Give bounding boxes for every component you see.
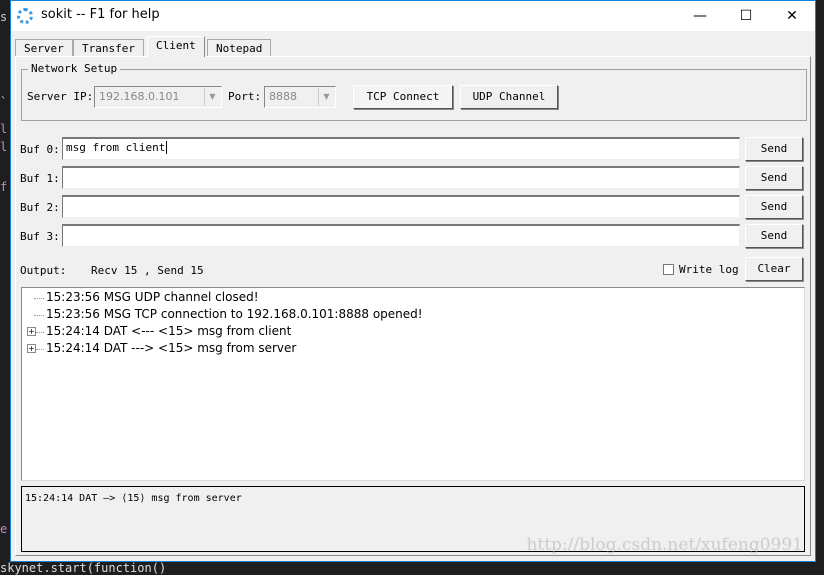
bg-glyph: f [0,180,8,194]
bg-glyph: ` [0,95,8,109]
network-setup-group: Network Setup Server IP: 192.168.0.101 ▼ … [21,62,807,121]
minimize-button[interactable]: — [677,1,723,31]
server-ip-label: Server IP: [27,90,94,103]
expand-icon[interactable]: + [27,327,36,336]
buf-0-value: msg from client [66,141,166,154]
write-log-checkbox[interactable] [663,264,674,275]
send-button[interactable]: Send [745,166,803,190]
detail-text: 15:24:14 DAT —> ⟨15⟩ msg from server [25,493,242,504]
server-ip-value: 192.168.0.101 [99,90,180,103]
log-text: 15:23:56 MSG UDP channel closed! [46,290,259,304]
tab-client[interactable]: Client [147,36,205,57]
buf-label: Buf 2: [20,201,60,214]
buf-label: Buf 1: [20,172,60,185]
clear-button[interactable]: Clear [745,257,803,281]
watermark: http://blog.csdn.net/xufeng0991 [526,535,803,555]
output-stats: Recv 15 , Send 15 [91,264,204,277]
sokit-window: sokit -- F1 for help — ☐ ✕ Server Transf… [10,0,816,562]
buf-label: Buf 3: [20,230,60,243]
output-label: Output: [20,264,67,277]
port-combo[interactable]: 8888 ▼ [264,86,336,108]
title-bar: sokit -- F1 for help — ☐ ✕ [11,1,815,31]
tcp-connect-button[interactable]: TCP Connect [353,85,453,109]
sokit-logo-icon [17,8,33,24]
buf-1-input[interactable] [62,166,740,189]
window-title: sokit -- F1 for help [41,7,160,22]
log-tree[interactable]: 15:23:56 MSG UDP channel closed! 15:23:5… [21,287,805,481]
send-button[interactable]: Send [745,137,803,161]
write-log-label: Write log [679,263,739,276]
expand-icon[interactable]: + [27,344,36,353]
bg-glyph: s [0,10,8,24]
udp-channel-button[interactable]: UDP Channel [460,85,558,109]
bg-glyph: l [0,140,8,154]
send-button[interactable]: Send [745,195,803,219]
tab-server[interactable]: Server [15,39,73,57]
server-ip-combo[interactable]: 192.168.0.101 ▼ [94,86,222,108]
client-panel: Network Setup Server IP: 192.168.0.101 ▼ … [15,56,811,556]
buf-3-input[interactable] [62,224,740,247]
bg-glyph: l [0,122,8,136]
port-value: 8888 [269,90,297,103]
tab-transfer[interactable]: Transfer [73,39,144,57]
background-editor: s ` l l f e [0,0,10,574]
buf-0-input[interactable]: msg from client [62,137,740,160]
close-button[interactable]: ✕ [769,1,815,31]
log-text: 15:24:14 DAT <--- <15> msg from client [46,324,292,338]
background-code: skynet.start(function() [0,561,167,575]
chevron-down-icon[interactable]: ▼ [204,88,220,106]
maximize-button[interactable]: ☐ [723,1,769,31]
buf-2-input[interactable] [62,195,740,218]
buf-label: Buf 0: [20,143,60,156]
port-label: Port: [228,90,262,103]
log-text: 15:23:56 MSG TCP connection to 192.168.0… [46,307,423,321]
send-button[interactable]: Send [745,224,803,248]
bg-glyph: e [0,522,8,536]
log-text: 15:24:14 DAT ---> <15> msg from server [46,341,297,355]
tab-notepad[interactable]: Notepad [207,39,272,57]
group-label: Network Setup [28,62,121,75]
chevron-down-icon[interactable]: ▼ [318,88,334,106]
